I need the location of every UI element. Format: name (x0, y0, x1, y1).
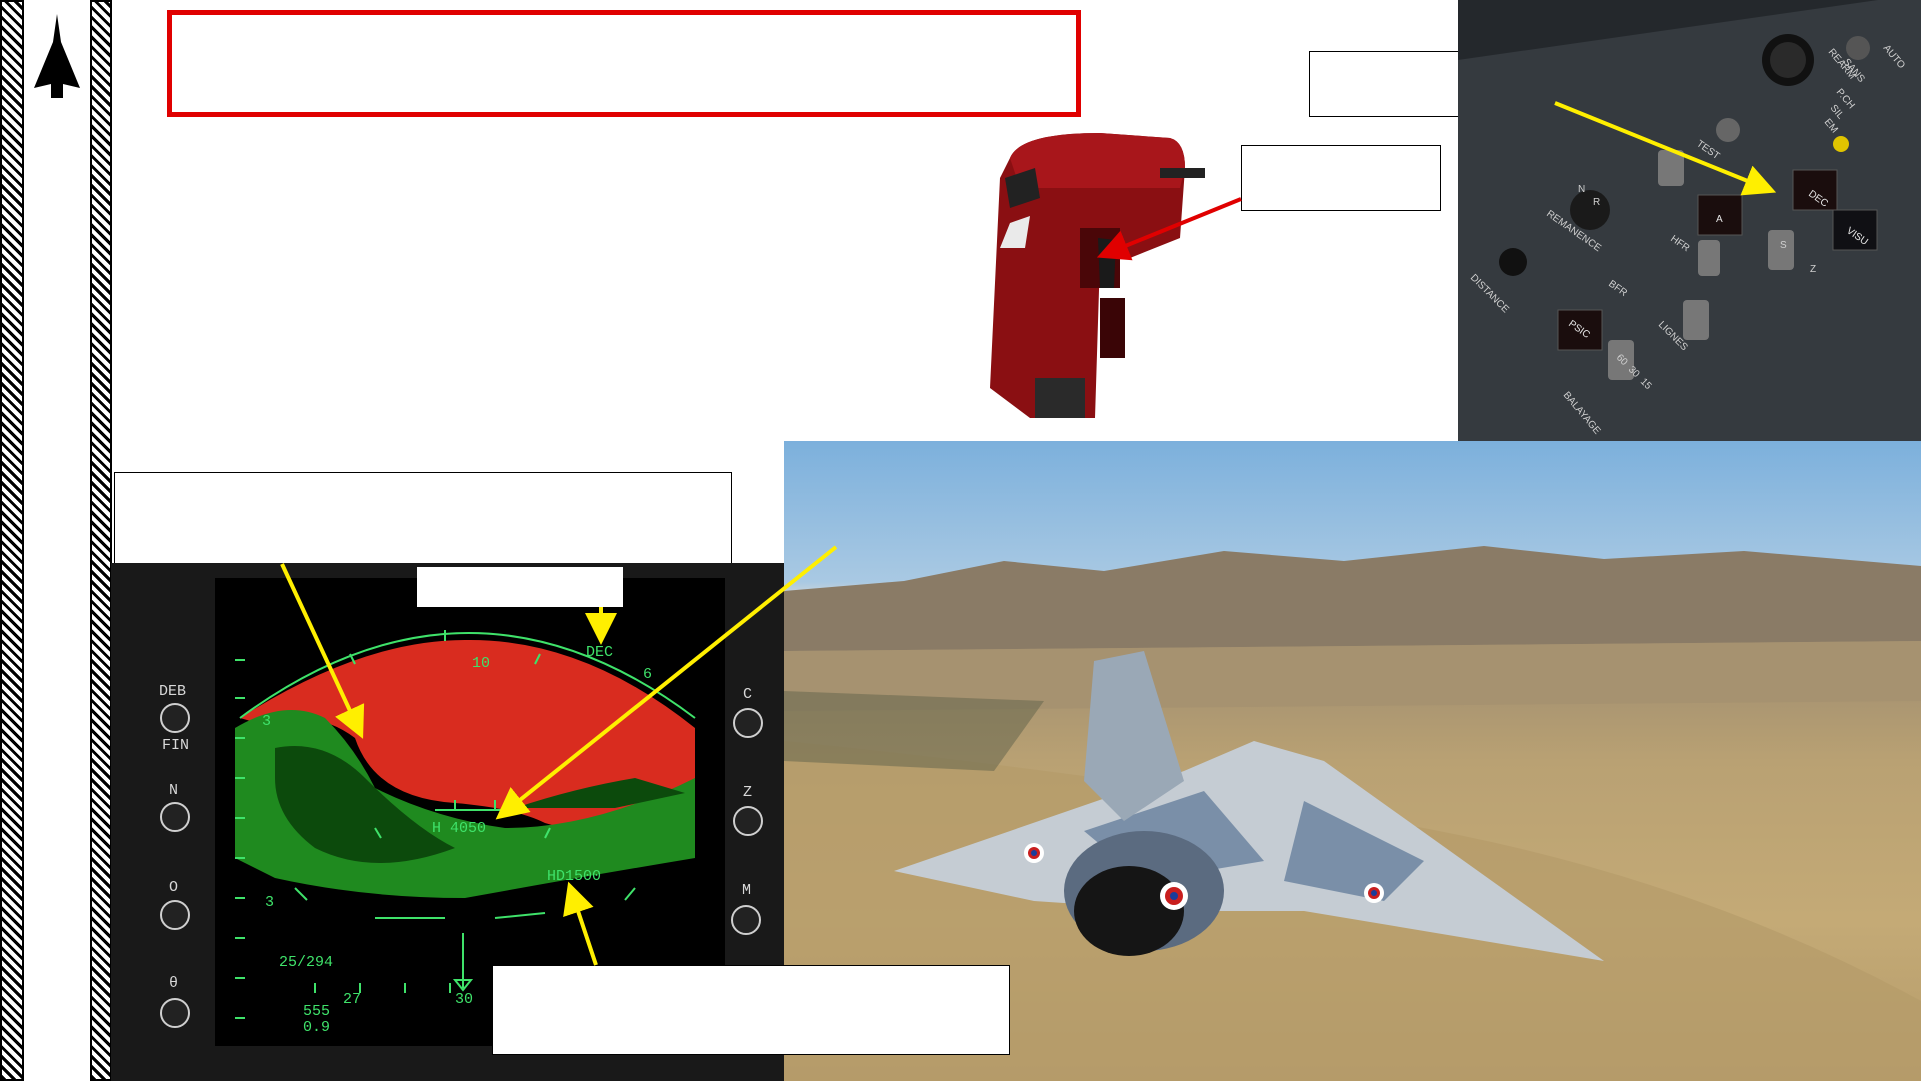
radar-scale-left-lower: 3 (265, 894, 275, 911)
aircraft-silhouette-icon (34, 14, 80, 98)
button-label-deb: DEB (159, 683, 187, 700)
radar-tick-30: 30 (455, 991, 474, 1008)
callout-box-radar-terrain (114, 472, 732, 564)
sidebar-hatch-right (90, 0, 112, 1081)
radar-scale-top: 10 (472, 655, 491, 672)
radar-hd-value: HD1500 (547, 868, 602, 885)
title-box (167, 10, 1081, 117)
callout-box-hd-value (492, 965, 1010, 1055)
radar-altitude: H 4050 (432, 820, 487, 837)
radar-speed: 555 (303, 1003, 331, 1020)
panel-label-n: N (1578, 184, 1585, 195)
button-label-o: O (169, 879, 179, 896)
radar-range-readout: 25/294 (279, 954, 334, 971)
radar-tick-27: 27 (343, 991, 362, 1008)
sidebar-strip (24, 0, 90, 1081)
panel-label-a: A (1716, 214, 1723, 225)
radar-mode-dec: DEC (586, 644, 614, 661)
stick-grip-image (990, 133, 1205, 418)
knob-n[interactable] (160, 802, 190, 832)
button-label-n: N (169, 782, 179, 799)
knob-theta[interactable] (160, 998, 190, 1028)
knob-m[interactable] (731, 905, 761, 935)
knob-deb-fin[interactable] (160, 703, 190, 733)
button-label-c: C (743, 686, 753, 703)
button-label-theta: θ (169, 975, 179, 992)
panel-label-z: Z (1810, 264, 1816, 275)
button-label-m: M (742, 882, 752, 899)
button-label-fin: FIN (162, 737, 190, 754)
radar-mach: 0.9 (303, 1019, 331, 1036)
radar-scale-right: 6 (643, 666, 653, 683)
cockpit-panel-photo: DEC VISU TEST REMANENCE DISTANCE BFR HFR… (1458, 0, 1921, 441)
panel-label-r: R (1593, 197, 1600, 208)
callout-box-dec-mode (417, 567, 623, 607)
knob-z[interactable] (733, 806, 763, 836)
knob-o[interactable] (160, 900, 190, 930)
knob-c[interactable] (733, 708, 763, 738)
radar-scale-left-upper: 3 (262, 713, 272, 730)
sidebar-hatch-left (0, 0, 24, 1081)
callout-box-stick-grip (1241, 145, 1441, 211)
button-label-z: Z (743, 784, 753, 801)
panel-label-s: S (1780, 240, 1787, 251)
